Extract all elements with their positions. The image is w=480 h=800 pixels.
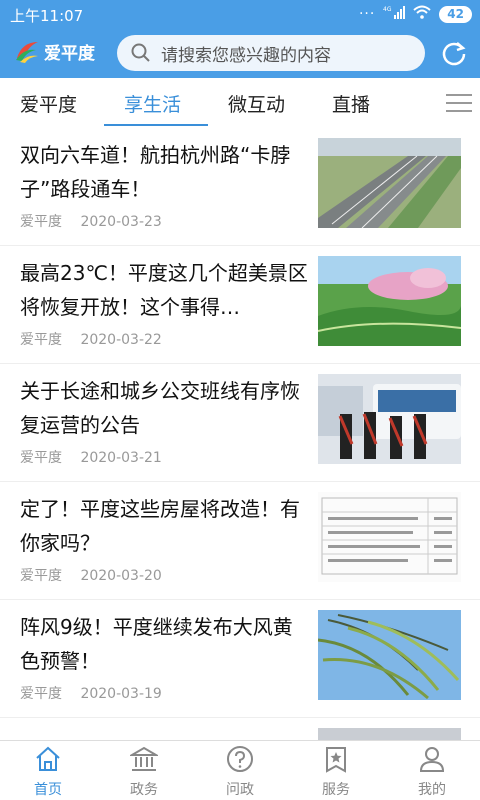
notification-dots-icon: ··· [358, 6, 376, 22]
active-tab-indicator [104, 124, 208, 126]
news-meta: 爱平度 2020-03-19 [20, 683, 162, 703]
news-item[interactable]: 关于长途和城乡公交班线有序恢复运营的公告 爱平度 2020-03-21 [0, 364, 480, 482]
wifi-icon [413, 5, 431, 23]
news-thumbnail-willow [318, 610, 461, 700]
signal-icon: 4G [383, 5, 406, 23]
news-meta: 爱平度 2020-03-23 [20, 211, 162, 231]
news-date: 2020-03-21 [80, 450, 162, 466]
news-meta: 爱平度 2020-03-22 [20, 329, 162, 349]
news-item[interactable]: 定了！平度这些房屋将改造！有你家吗？ 爱平度 2020-03-20 [0, 482, 480, 600]
nav-service-label: 服务 [322, 782, 350, 798]
nav-government[interactable]: 政务 [104, 745, 184, 799]
news-source: 爱平度 [20, 332, 62, 348]
nav-home-label: 首页 [34, 782, 62, 798]
tab-zhibo[interactable]: 直播 [332, 90, 370, 117]
news-title: 双向六车道！航拍杭州路“卡脖子”路段通车！ [20, 143, 291, 201]
svg-text:4G: 4G [383, 6, 392, 13]
search-icon [131, 43, 150, 62]
nav-home[interactable]: 首页 [8, 745, 88, 799]
app-name: 爱平度 [44, 43, 95, 64]
news-thumbnail-partial [318, 728, 461, 740]
news-thumbnail-bus [318, 374, 461, 464]
tab-xiangshenghuo[interactable]: 享生活 [124, 90, 181, 117]
news-thumbnail-highway [318, 138, 461, 228]
nav-inquiry[interactable]: 问政 [200, 745, 280, 799]
news-thumbnail-document [318, 492, 461, 582]
menu-icon[interactable] [446, 94, 472, 114]
news-date: 2020-03-20 [80, 568, 162, 584]
status-time: 上午11:07 [10, 7, 84, 25]
nav-profile[interactable]: 我的 [392, 745, 472, 799]
profile-icon [419, 747, 445, 772]
app-header: 爱平度 请搜索您感兴趣的内容 [0, 28, 480, 78]
home-icon [36, 746, 60, 771]
news-date: 2020-03-22 [80, 332, 162, 348]
nav-government-label: 政务 [130, 782, 158, 798]
logo-icon [16, 42, 38, 63]
nav-service[interactable]: 服务 [296, 745, 376, 799]
question-icon [227, 746, 253, 772]
app-logo: 爱平度 [14, 38, 95, 64]
nav-inquiry-label: 问政 [226, 782, 254, 798]
news-item[interactable]: 双向六车道！航拍杭州路“卡脖子”路段通车！ 爱平度 2020-03-23 [0, 128, 480, 246]
news-title: 关于长途和城乡公交班线有序恢复运营的公告 [20, 379, 300, 437]
news-meta: 爱平度 2020-03-21 [20, 447, 162, 467]
news-source: 爱平度 [20, 568, 62, 584]
battery-icon: 42 [439, 5, 472, 23]
news-thumbnail-scenic [318, 256, 461, 346]
news-list: 双向六车道！航拍杭州路“卡脖子”路段通车！ 爱平度 2020-03-23 最高2… [0, 128, 480, 718]
tab-weihudong[interactable]: 微互动 [228, 90, 285, 117]
news-item[interactable]: 阵风9级！平度继续发布大风黄色预警！ 爱平度 2020-03-19 [0, 600, 480, 718]
news-date: 2020-03-19 [80, 686, 162, 702]
news-item[interactable]: 最高23℃！平度这几个超美景区将恢复开放！这个事得… 爱平度 2020-03-2… [0, 246, 480, 364]
bottom-navigation: 首页 政务 问政 服务 我的 [0, 740, 480, 800]
refresh-icon[interactable] [440, 39, 468, 67]
category-tabs: 爱平度 享生活 微互动 直播 [0, 78, 480, 128]
news-date: 2020-03-23 [80, 214, 162, 230]
news-source: 爱平度 [20, 686, 62, 702]
government-icon [128, 746, 160, 771]
news-title: 定了！平度这些房屋将改造！有你家吗？ [20, 497, 300, 555]
service-icon [326, 747, 346, 773]
status-bar: 上午11:07 ··· 4G 42 [0, 0, 480, 28]
search-placeholder: 请搜索您感兴趣的内容 [161, 45, 331, 66]
news-source: 爱平度 [20, 450, 62, 466]
news-title: 最高23℃！平度这几个超美景区将恢复开放！这个事得… [20, 261, 308, 319]
nav-profile-label: 我的 [418, 782, 446, 798]
status-icons: ··· 4G 42 [359, 5, 472, 23]
news-meta: 爱平度 2020-03-20 [20, 565, 162, 585]
news-title: 阵风9级！平度继续发布大风黄色预警！ [20, 615, 293, 673]
tab-aipingdu[interactable]: 爱平度 [20, 90, 77, 117]
news-source: 爱平度 [20, 214, 62, 230]
search-bar[interactable]: 请搜索您感兴趣的内容 [117, 35, 425, 71]
